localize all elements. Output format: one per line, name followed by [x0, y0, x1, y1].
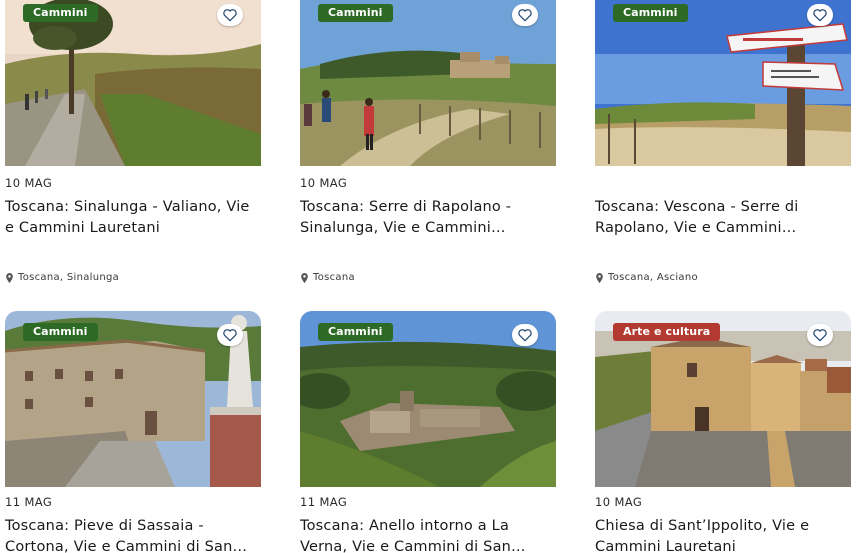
location-label: Toscana	[313, 272, 355, 283]
heart-outline-icon	[518, 329, 532, 342]
favorite-button[interactable]	[807, 324, 833, 346]
event-date: 11 MAG	[5, 495, 53, 509]
event-image[interactable]: Cammini	[595, 0, 851, 166]
category-badge: Cammini	[318, 323, 393, 341]
event-image[interactable]: Cammini	[300, 0, 556, 166]
heart-outline-icon	[813, 9, 827, 22]
event-title[interactable]: Toscana: Sinalunga - Valiano, Vie e Camm…	[5, 197, 261, 239]
event-title[interactable]: Toscana: Anello intorno a La Verna, Vie …	[300, 516, 556, 553]
heart-outline-icon	[223, 329, 237, 342]
event-card[interactable]: Cammini 10 MAG Toscana: Serre di Rapolan…	[300, 0, 556, 283]
event-title[interactable]: Chiesa di Sant’Ippolito, Vie e Cammini L…	[595, 516, 851, 553]
event-card[interactable]: Cammini 11 MAG Toscana: Pieve di Sassaia…	[5, 311, 261, 553]
event-date: 11 MAG	[300, 495, 348, 509]
event-card[interactable]: Cammini 11 MAG Toscana: Anello intorno a…	[300, 311, 556, 553]
favorite-button[interactable]	[512, 4, 538, 26]
location-label: Toscana, Sinalunga	[18, 272, 120, 283]
category-badge: Arte e cultura	[613, 323, 721, 341]
heart-outline-icon	[813, 329, 827, 342]
event-title[interactable]: Toscana: Pieve di Sassaia - Cortona, Vie…	[5, 516, 261, 553]
event-card[interactable]: Cammini Toscana: Vescona - Serre di Rapo…	[595, 0, 851, 283]
event-date	[595, 176, 851, 191]
heart-outline-icon	[223, 9, 237, 22]
event-image[interactable]: Cammini	[5, 311, 261, 487]
favorite-button[interactable]	[217, 324, 243, 346]
category-badge: Cammini	[23, 323, 98, 341]
event-title[interactable]: Toscana: Serre di Rapolano - Sinalunga, …	[300, 197, 556, 239]
category-badge: Cammini	[23, 4, 98, 22]
map-pin-icon	[6, 272, 13, 283]
event-title[interactable]: Toscana: Vescona - Serre di Rapolano, Vi…	[595, 197, 851, 239]
favorite-button[interactable]	[512, 324, 538, 346]
event-image[interactable]: Arte e cultura	[595, 311, 851, 487]
event-date: 10 MAG	[5, 176, 53, 190]
map-pin-icon	[301, 272, 308, 283]
category-badge: Cammini	[613, 4, 688, 22]
event-location: Toscana, Asciano	[595, 272, 851, 283]
event-card[interactable]: Arte e cultura 10 MAG Chiesa di Sant’Ipp…	[595, 311, 851, 553]
map-pin-icon	[596, 272, 603, 283]
event-location: Toscana	[300, 272, 556, 283]
event-card[interactable]: Cammini 10 MAG Toscana: Sinalunga - Vali…	[5, 0, 261, 283]
events-grid: Cammini 10 MAG Toscana: Sinalunga - Vali…	[0, 0, 860, 553]
heart-outline-icon	[518, 9, 532, 22]
event-date: 10 MAG	[595, 495, 643, 509]
location-label: Toscana, Asciano	[608, 272, 698, 283]
favorite-button[interactable]	[807, 4, 833, 26]
event-image[interactable]: Cammini	[5, 0, 261, 166]
event-location: Toscana, Sinalunga	[5, 272, 261, 283]
favorite-button[interactable]	[217, 4, 243, 26]
event-image[interactable]: Cammini	[300, 311, 556, 487]
event-date: 10 MAG	[300, 176, 348, 190]
category-badge: Cammini	[318, 4, 393, 22]
